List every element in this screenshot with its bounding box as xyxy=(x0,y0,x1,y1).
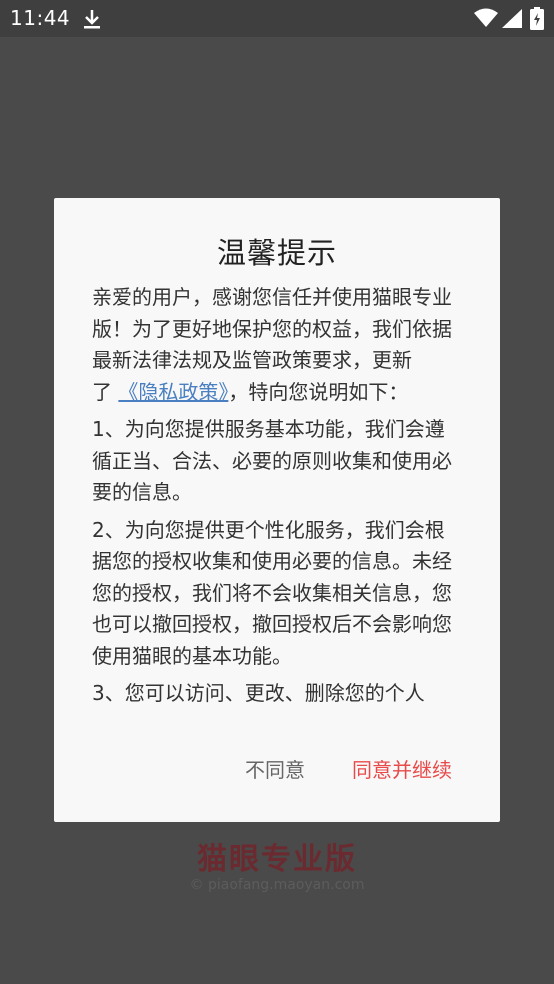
privacy-dialog: 温馨提示 亲爱的用户，感谢您信任并使用猫眼专业版！为了更好地保护您的权益，我们依… xyxy=(54,198,500,822)
privacy-policy-link[interactable]: 《隐私政策》 xyxy=(118,380,228,404)
app-brand-logo: 猫眼专业版 xyxy=(197,842,357,877)
download-icon xyxy=(84,10,100,29)
intro-paragraph: 亲爱的用户，感谢您信任并使用猫眼专业版！为了更好地保护您的权益，我们依据最新法律… xyxy=(92,282,464,408)
intro-text-end: ，特向您说明如下： xyxy=(228,379,409,404)
agree-continue-button[interactable]: 同意并继续 xyxy=(352,754,452,783)
status-bar: 11:44 xyxy=(0,0,554,37)
disagree-button[interactable]: 不同意 xyxy=(245,754,305,783)
status-time: 11:44 xyxy=(10,6,71,30)
list-item: 1、为向您提供服务基本功能，我们会遵循正当、合法、必要的原则收集和使用必要的信息… xyxy=(92,417,452,504)
wifi-icon xyxy=(474,8,498,27)
app-brand-url: © piaofang.maoyan.com xyxy=(189,877,365,893)
battery-icon xyxy=(530,7,544,30)
list-item: 2、为向您提供更个性化服务，我们会根据您的授权收集和使用必要的信息。未经您的授权… xyxy=(92,517,452,668)
dialog-body[interactable]: 亲爱的用户，感谢您信任并使用猫眼专业版！为了更好地保护您的权益，我们依据最新法律… xyxy=(92,282,464,732)
signal-icon xyxy=(502,9,522,28)
list-item: 3、您可以访问、更改、删除您的个人 xyxy=(92,681,425,705)
dialog-title: 温馨提示 xyxy=(216,236,337,270)
